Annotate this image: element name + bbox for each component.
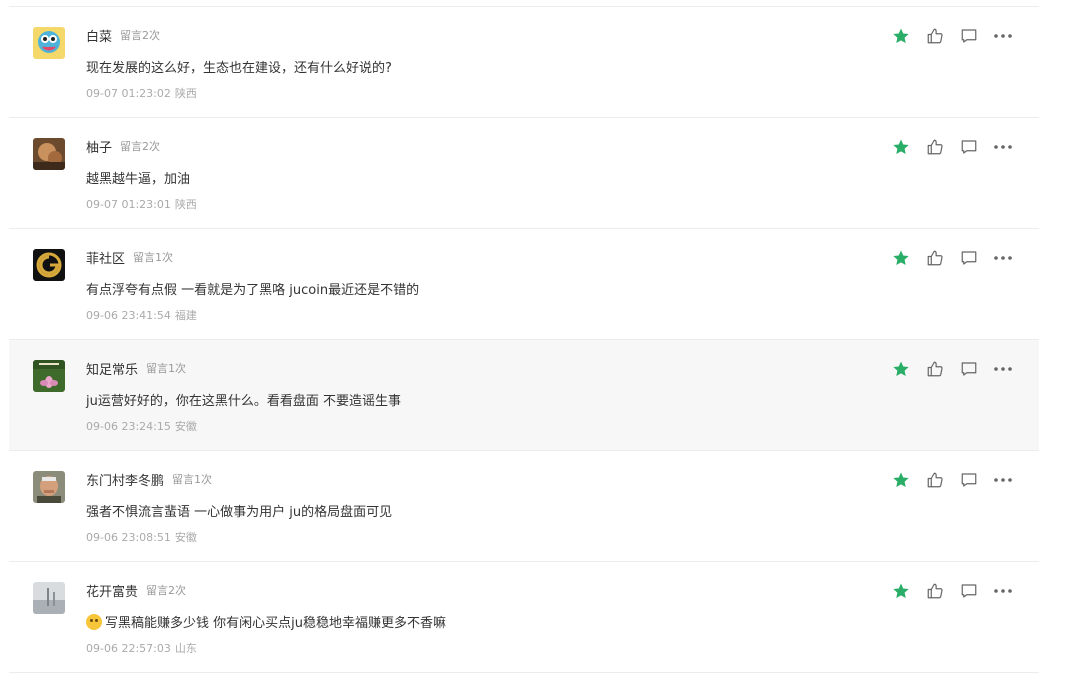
star-icon[interactable]: [891, 470, 911, 490]
location: 陕西: [174, 87, 197, 100]
more-dots-icon[interactable]: [993, 137, 1013, 157]
comment-time: 09-06 23:24:15 安徽: [86, 418, 197, 434]
avatar[interactable]: [33, 27, 65, 59]
comment-time: 09-06 23:41:54 福建: [86, 307, 197, 323]
thumbs-up-icon[interactable]: [925, 137, 945, 157]
star-icon[interactable]: [891, 359, 911, 379]
more-dots-icon[interactable]: [993, 26, 1013, 46]
avatar[interactable]: [33, 360, 65, 392]
comment-text: 有点浮夸有点假 一看就是为了黑咯 jucoin最近还是不错的: [86, 279, 419, 298]
comment-actions: [891, 359, 1013, 379]
location: 福建: [174, 309, 197, 322]
comment-meta: 花开富贵 留言2次: [86, 581, 187, 600]
comment-meta: 菲社区 留言1次: [86, 248, 174, 267]
comment-icon[interactable]: [959, 137, 979, 157]
comment-time: 09-06 23:08:51 安徽: [86, 529, 197, 545]
comment-item: 花开富贵 留言2次 写黑稿能赚多少钱 你有闲心买点ju稳稳地幸福赚更多不香嘛 0…: [9, 562, 1039, 673]
avatar[interactable]: [33, 471, 65, 503]
username[interactable]: 东门村李冬鹏: [86, 470, 164, 489]
comment-meta: 知足常乐 留言1次: [86, 359, 187, 378]
thumbs-up-icon[interactable]: [925, 581, 945, 601]
username[interactable]: 知足常乐: [86, 359, 138, 378]
comment-text-body: 越黑越牛逼，加油: [86, 172, 191, 187]
timestamp: 09-07 01:23:02: [86, 87, 171, 100]
timestamp: 09-06 22:57:03: [86, 642, 171, 655]
avatar[interactable]: [33, 249, 65, 281]
comment-item: 知足常乐 留言1次 ju运营好好的，你在这黑什么。看看盘面 不要造谣生事 09-…: [9, 340, 1039, 451]
more-dots-icon[interactable]: [993, 581, 1013, 601]
username[interactable]: 柚子: [86, 137, 112, 156]
comment-meta: 白菜 留言2次: [86, 26, 161, 45]
star-icon[interactable]: [891, 581, 911, 601]
comment-actions: [891, 581, 1013, 601]
star-icon[interactable]: [891, 26, 911, 46]
thumbs-up-icon[interactable]: [925, 26, 945, 46]
location: 安徽: [174, 420, 197, 433]
comment-item: 白菜 留言2次 现在发展的这么好，生态也在建设，还有什么好说的? 09-07 0…: [9, 7, 1039, 118]
location: 山东: [174, 642, 197, 655]
avatar[interactable]: [33, 582, 65, 614]
location: 陕西: [174, 198, 197, 211]
comment-item: 柚子 留言2次 越黑越牛逼，加油 09-07 01:23:01 陕西: [9, 118, 1039, 229]
more-dots-icon[interactable]: [993, 248, 1013, 268]
comment-icon[interactable]: [959, 581, 979, 601]
comment-count: 留言2次: [120, 29, 161, 42]
comment-actions: [891, 470, 1013, 490]
comment-meta: 柚子 留言2次: [86, 137, 161, 156]
comment-text: 写黑稿能赚多少钱 你有闲心买点ju稳稳地幸福赚更多不香嘛: [86, 612, 446, 631]
comment-count: 留言2次: [120, 140, 161, 153]
comment-item: 东门村李冬鹏 留言1次 强者不惧流言蜚语 一心做事为用户 ju的格局盘面可见 0…: [9, 451, 1039, 562]
comment-icon[interactable]: [959, 359, 979, 379]
comment-text: 现在发展的这么好，生态也在建设，还有什么好说的?: [86, 57, 392, 76]
comment-text: ju运营好好的，你在这黑什么。看看盘面 不要造谣生事: [86, 390, 401, 409]
comment-time: 09-07 01:23:01 陕西: [86, 196, 197, 212]
comment-count: 留言2次: [146, 584, 187, 597]
comment-text: 越黑越牛逼，加油: [86, 168, 190, 187]
timestamp: 09-06 23:08:51: [86, 531, 171, 544]
comment-icon[interactable]: [959, 26, 979, 46]
more-dots-icon[interactable]: [993, 470, 1013, 490]
comment-icon[interactable]: [959, 470, 979, 490]
comment-text-body: ju运营好好的，你在这黑什么。看看盘面 不要造谣生事: [86, 394, 401, 409]
comment-text-body: 有点浮夸有点假 一看就是为了黑咯 jucoin最近还是不错的: [86, 283, 420, 298]
username[interactable]: 菲社区: [86, 248, 125, 267]
username[interactable]: 花开富贵: [86, 581, 138, 600]
timestamp: 09-07 01:23:01: [86, 198, 171, 211]
thumbs-up-icon[interactable]: [925, 359, 945, 379]
comment-actions: [891, 26, 1013, 46]
thumbs-up-icon[interactable]: [925, 248, 945, 268]
username[interactable]: 白菜: [86, 26, 112, 45]
thinking-emoji-icon: [86, 613, 102, 630]
comment-count: 留言1次: [133, 251, 174, 264]
comment-time: 09-07 01:23:02 陕西: [86, 85, 197, 101]
top-divider: [9, 0, 1039, 7]
comment-actions: [891, 137, 1013, 157]
comment-text: 强者不惧流言蜚语 一心做事为用户 ju的格局盘面可见: [86, 501, 392, 520]
comment-meta: 东门村李冬鹏 留言1次: [86, 470, 213, 489]
comment-text-body: 强者不惧流言蜚语 一心做事为用户 ju的格局盘面可见: [86, 505, 393, 520]
comment-actions: [891, 248, 1013, 268]
avatar[interactable]: [33, 138, 65, 170]
comment-text-body: 写黑稿能赚多少钱 你有闲心买点ju稳稳地幸福赚更多不香嘛: [105, 616, 446, 631]
star-icon[interactable]: [891, 248, 911, 268]
thumbs-up-icon[interactable]: [925, 470, 945, 490]
timestamp: 09-06 23:24:15: [86, 420, 171, 433]
comment-icon[interactable]: [959, 248, 979, 268]
star-icon[interactable]: [891, 137, 911, 157]
timestamp: 09-06 23:41:54: [86, 309, 171, 322]
comment-text-body: 现在发展的这么好，生态也在建设，还有什么好说的?: [86, 61, 392, 76]
comment-list: 白菜 留言2次 现在发展的这么好，生态也在建设，还有什么好说的? 09-07 0…: [9, 0, 1039, 673]
comment-time: 09-06 22:57:03 山东: [86, 640, 197, 656]
more-dots-icon[interactable]: [993, 359, 1013, 379]
comment-item: 菲社区 留言1次 有点浮夸有点假 一看就是为了黑咯 jucoin最近还是不错的 …: [9, 229, 1039, 340]
comment-count: 留言1次: [172, 473, 213, 486]
location: 安徽: [174, 531, 197, 544]
comment-count: 留言1次: [146, 362, 187, 375]
